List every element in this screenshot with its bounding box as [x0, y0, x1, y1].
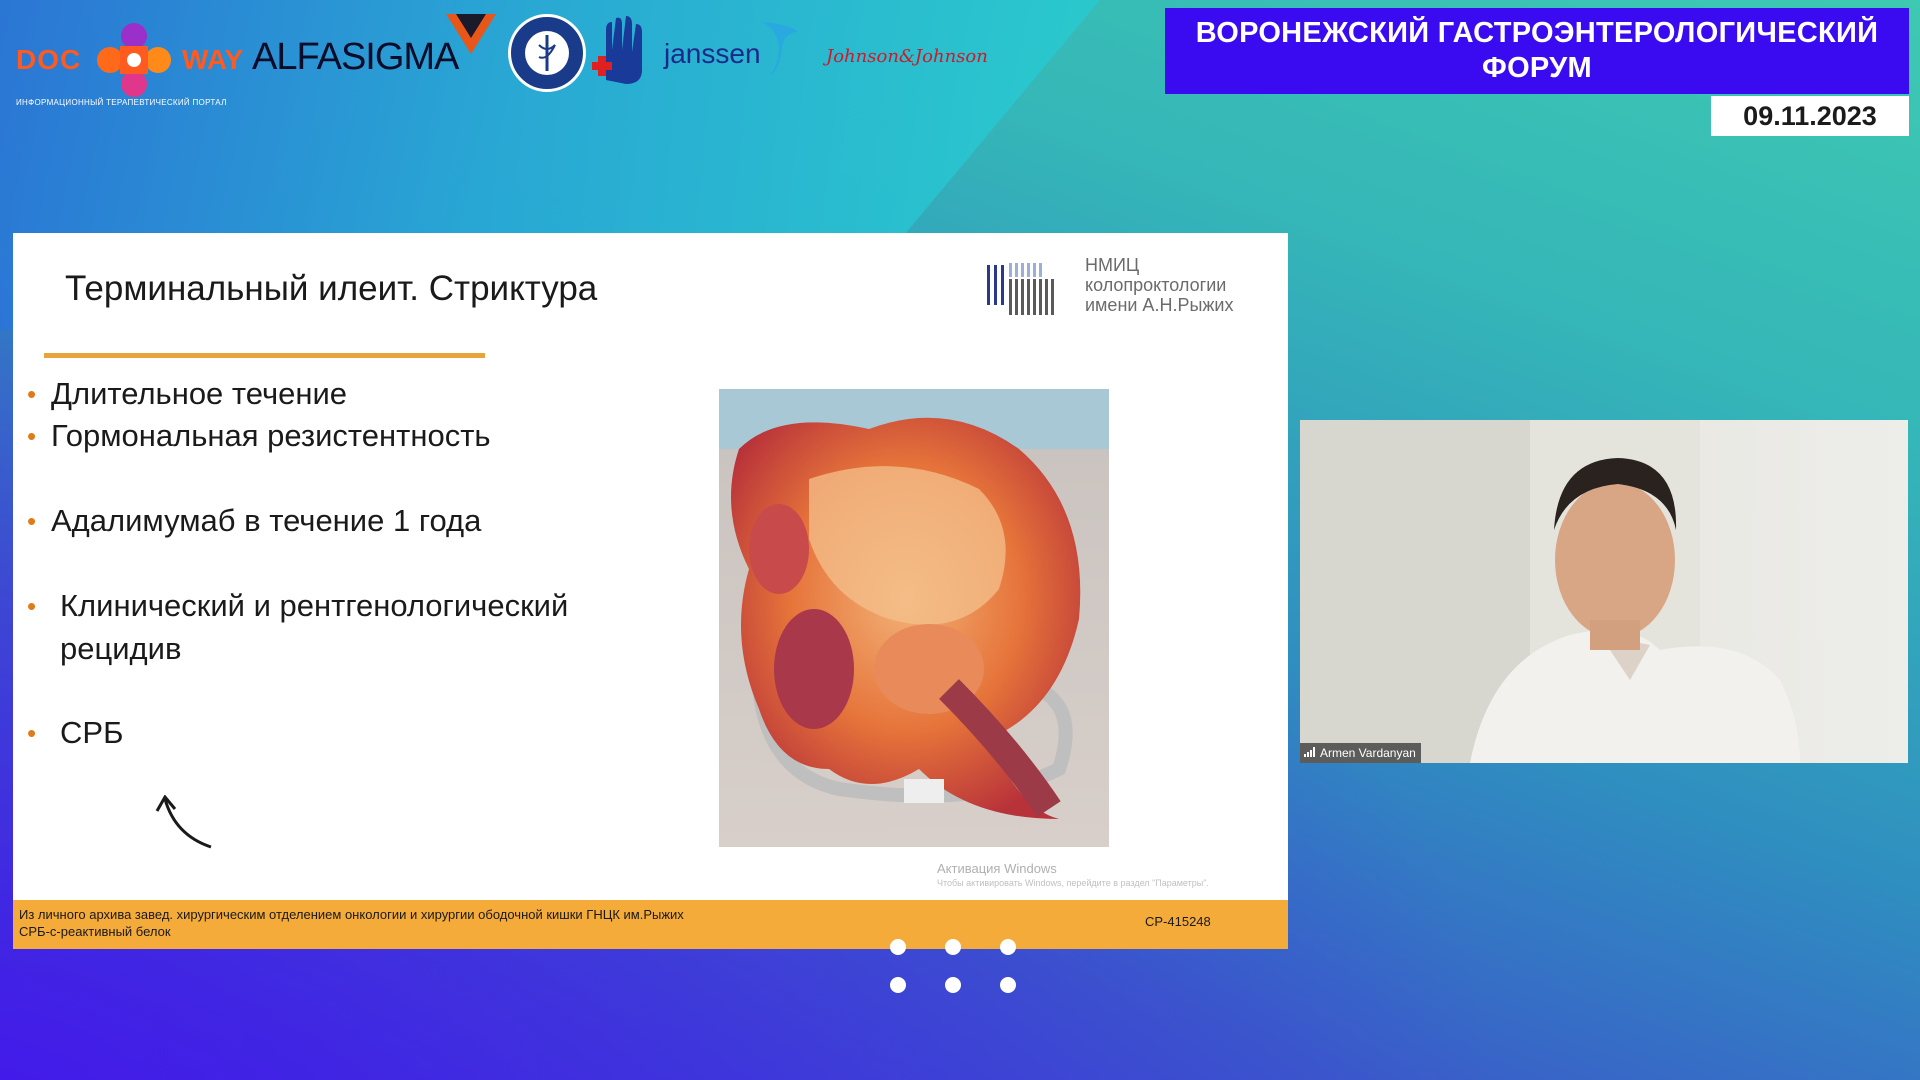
docway-tagline: ИНФОРМАЦИОННЫЙ ТЕРАПЕВТИЧЕСКИЙ ПОРТАЛ [16, 98, 227, 107]
institute-line2: колопроктологии [1085, 275, 1227, 295]
docway-way-text: WAY [182, 44, 244, 75]
dot [890, 939, 906, 955]
bullet-item: • Клинический и рентгенологический [27, 584, 568, 628]
dot [1000, 977, 1016, 993]
bullet-dot: • [27, 506, 37, 536]
slide-title: Терминальный илеит. Стриктура [65, 269, 598, 308]
institute-logo: НМИЦ колопроктологии имени А.Н.Рыжих [987, 255, 1277, 325]
forum-title-banner: ВОРОНЕЖСКИЙ ГАСТРОЭНТЕРОЛОГИЧЕСКИЙ ФОРУМ [1165, 8, 1909, 94]
slide-footer: Из личного архива завед. хирургическим о… [13, 900, 1288, 949]
presentation-slide: Терминальный илеит. Стриктура НМИЦ колоп… [13, 233, 1288, 949]
dot [1000, 939, 1016, 955]
janssen-swoosh-icon [762, 22, 798, 76]
bullet-item: • Адалимумаб в течение 1 года [27, 499, 481, 543]
windows-activation-subtext: Чтобы активировать Windows, перейдите в … [937, 878, 1209, 888]
docway-doc-text: DOC [16, 44, 82, 75]
institute-barcode-icon [987, 263, 1054, 315]
bullet-item: • Гормональная резистентность [27, 414, 491, 458]
institute-line1: НМИЦ [1085, 255, 1140, 275]
alfasigma-triangle-icon [446, 14, 496, 54]
dot [945, 939, 961, 955]
bullet-dot: • [27, 718, 37, 748]
title-underline [44, 353, 485, 358]
hand-cross-icon [592, 16, 642, 84]
bullet-item-continued: рецидив [60, 631, 182, 666]
docway-cross-icon [97, 23, 171, 97]
windows-activation-notice: Активация Windows [937, 861, 1057, 876]
forum-title-line2: ФОРУМ [1482, 52, 1592, 84]
sponsor-logos: DOC WAY ИНФОРМАЦИОННЫЙ ТЕРАПЕВТИЧЕСКИЙ П… [14, 8, 988, 108]
johnson-johnson-logo: Johnson&Johnson [826, 46, 988, 67]
dot [890, 977, 906, 993]
institute-name: НМИЦ колопроктологии имени А.Н.Рыжих [1085, 255, 1233, 315]
surgical-photo [719, 389, 1109, 847]
janssen-logo: janssen [664, 38, 761, 69]
alfasigma-logo: ALFASIGMA [252, 36, 459, 78]
forum-title-line1: ВОРОНЕЖСКИЙ ГАСТРОЭНТЕРОЛОГИЧЕСКИЙ [1195, 17, 1879, 49]
forum-date: 09.11.2023 [1711, 96, 1909, 136]
participant-name-label: Armen Vardanyan [1300, 743, 1421, 763]
footer-abbreviation-line: СРБ-с-реактивный белок [19, 924, 171, 939]
signal-strength-icon [1304, 747, 1315, 757]
institute-line3: имени А.Н.Рыжих [1085, 295, 1234, 315]
footer-code: CP-415248 [1145, 914, 1211, 929]
speaker-video [1300, 420, 1800, 763]
bullet-item: • СРБ [27, 711, 123, 755]
docway-logo: DOC WAY ИНФОРМАЦИОННЫЙ ТЕРАПЕВТИЧЕСКИЙ П… [14, 16, 254, 107]
bullet-dot: • [27, 379, 37, 409]
health-department-seal-icon [508, 14, 586, 92]
bullet-item: • Длительное течение [27, 372, 347, 416]
bullet-dot: • [27, 421, 37, 451]
bullet-dot: • [27, 591, 37, 621]
webcam-video-tile[interactable]: Armen Vardanyan [1300, 420, 1908, 763]
footer-source-line: Из личного архива завед. хирургическим о… [19, 907, 684, 922]
up-left-arrow-icon [155, 795, 212, 849]
dot [945, 977, 961, 993]
